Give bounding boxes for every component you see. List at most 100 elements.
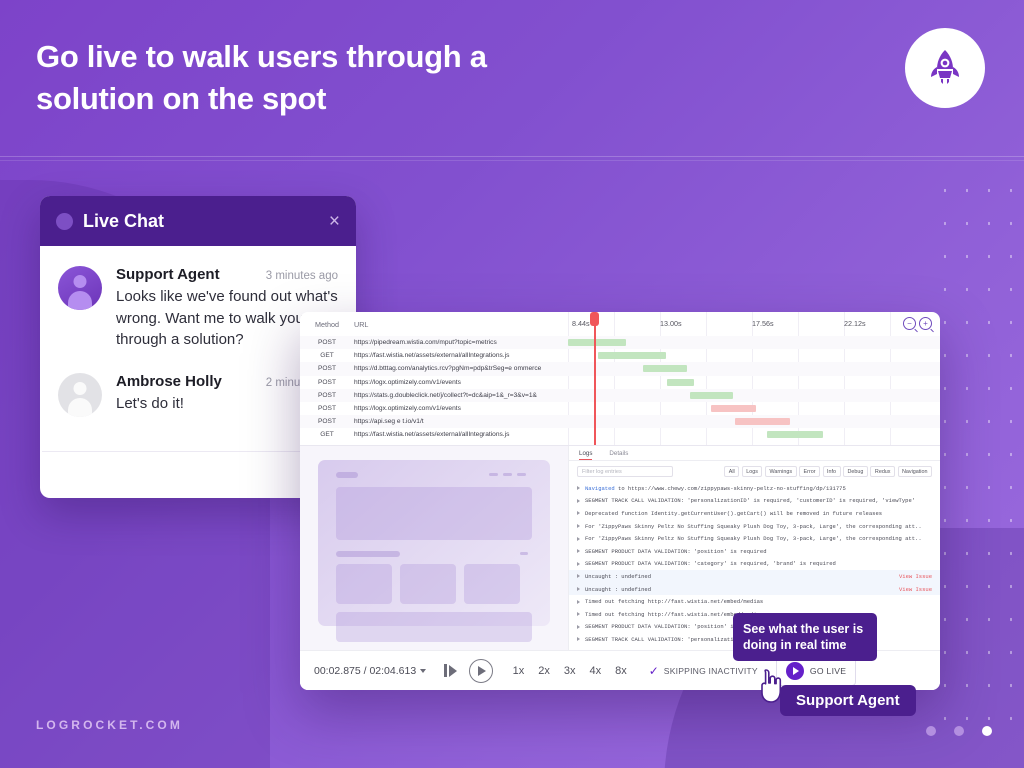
tick-label: 22.12s <box>844 319 866 328</box>
network-panel: Method URL 8.44s 13.00s 17.56s 22.12s − … <box>300 312 940 446</box>
log-entry[interactable]: Timed out fetching http://fast.wistia.ne… <box>569 595 940 608</box>
request-duration-bar <box>735 418 790 426</box>
skip-back-button[interactable] <box>444 664 457 677</box>
log-entry-text: SEGMENT TRACK CALL VALIDATION: 'personal… <box>585 497 916 505</box>
expand-triangle-icon[interactable] <box>577 498 580 503</box>
log-filter-error[interactable]: Error <box>799 466 821 477</box>
tab-logs[interactable]: Logs <box>579 450 593 460</box>
log-entry[interactable]: For 'ZippyPaws Skinny Peltz No Stuffing … <box>569 532 940 545</box>
log-filter-redux[interactable]: Redux <box>870 466 896 477</box>
request-url: https://logx.optimizely.com/v1/events <box>354 405 461 413</box>
network-request-row[interactable]: POST https://logx.optimizely.com/v1/event… <box>300 376 940 389</box>
logs-filter-bar: Filter log entries All Logs Warnings Error I… <box>569 461 940 482</box>
expand-triangle-icon[interactable] <box>577 612 580 617</box>
request-method: POST <box>318 339 336 347</box>
speed-option-8x[interactable]: 8x <box>615 665 627 677</box>
expand-triangle-icon[interactable] <box>577 624 580 629</box>
expand-triangle-icon[interactable] <box>577 637 580 642</box>
live-chat-header: Live Chat × <box>40 196 356 246</box>
log-entry-text: Uncaught : undefined <box>585 572 652 580</box>
log-filter-warnings[interactable]: Warnings <box>764 466 797 477</box>
network-request-row[interactable]: POST https://pipedream.wistia.com/mput?to… <box>300 336 940 350</box>
request-duration-bar <box>711 404 756 412</box>
log-entry[interactable]: For 'ZippyPaws Skinny Peltz No Stuffing … <box>569 520 940 533</box>
pagination-dots[interactable] <box>926 726 992 736</box>
replay-viewport[interactable] <box>300 446 568 650</box>
expand-triangle-icon[interactable] <box>577 599 580 604</box>
request-url: https://stats.g.doubleclick.net/j/collec… <box>354 391 537 399</box>
agent-cursor-label: Support Agent <box>780 685 916 716</box>
log-filter-debug[interactable]: Debug <box>843 466 868 477</box>
view-issue-link[interactable]: View Issue <box>899 573 932 580</box>
tick-label: 13.00s <box>660 319 682 328</box>
log-entry-text: SEGMENT PRODUCT DATA VALIDATION: 'positi… <box>585 547 767 555</box>
view-issue-link[interactable]: View Issue <box>899 586 932 593</box>
log-entry-text: For 'ZippyPaws Skinny Peltz No Stuffing … <box>585 522 922 530</box>
close-icon[interactable]: × <box>329 212 340 231</box>
network-request-row[interactable]: GET https://fast.wistia.net/assets/extern… <box>300 428 940 441</box>
page-title: Go live to walk users through a solution… <box>36 39 487 116</box>
request-method: POST <box>318 418 336 426</box>
logs-tabs[interactable]: Logs Details <box>569 446 940 461</box>
chevron-down-icon[interactable] <box>420 668 427 673</box>
network-request-row[interactable]: POST https://stats.g.doubleclick.net/j/co… <box>300 388 940 402</box>
wireframe-page <box>318 460 550 642</box>
speed-option-3x[interactable]: 3x <box>564 665 576 677</box>
zoom-controls[interactable]: − + <box>903 317 932 330</box>
request-url: https://api.seg e t.io/v1/t <box>354 418 424 426</box>
avatar-user <box>58 372 102 417</box>
log-entry[interactable]: SEGMENT PRODUCT DATA VALIDATION: 'positi… <box>569 545 940 558</box>
speed-option-4x[interactable]: 4x <box>589 665 601 677</box>
expand-triangle-icon[interactable] <box>577 549 580 554</box>
zoom-out-icon[interactable]: − <box>903 317 916 330</box>
expand-triangle-icon[interactable] <box>577 574 580 579</box>
network-request-row[interactable]: POST https://api.seg e t.io/v1/t <box>300 415 940 429</box>
message-sender: Support Agent <box>116 266 220 283</box>
log-entry-text: Navigated to https://www.chewy.com/zippy… <box>585 484 846 492</box>
expand-triangle-icon[interactable] <box>577 561 580 566</box>
log-entry[interactable]: Uncaught : undefined View Issue <box>569 582 940 596</box>
filter-log-input[interactable]: Filter log entries <box>577 466 673 477</box>
zoom-in-icon[interactable]: + <box>919 317 932 330</box>
chat-bubble-icon <box>56 212 73 230</box>
skipping-inactivity-toggle[interactable]: ✓ SKIPPING INACTIVITY <box>649 664 758 678</box>
log-entry[interactable]: Uncaught : undefined View Issue <box>569 570 940 583</box>
expand-triangle-icon[interactable] <box>577 587 580 592</box>
expand-triangle-icon[interactable] <box>577 524 580 529</box>
expand-triangle-icon[interactable] <box>577 511 580 516</box>
slide-canvas: Go live to walk users through a solution… <box>0 0 1024 768</box>
network-request-row[interactable]: POST https://d.btttag.com/analytics.rcv?p… <box>300 362 940 376</box>
playhead-marker[interactable] <box>590 312 598 445</box>
log-entry[interactable]: SEGMENT PRODUCT DATA VALIDATION: 'catego… <box>569 558 940 571</box>
request-method: POST <box>318 391 336 399</box>
speed-option-2x[interactable]: 2x <box>538 665 550 677</box>
play-button[interactable] <box>468 658 493 683</box>
network-request-row[interactable]: GET https://fast.wistia.net/assets/extern… <box>300 349 940 362</box>
log-filter-all[interactable]: All <box>724 466 740 477</box>
request-url: https://logx.optimizely.com/v1/events <box>354 378 461 386</box>
log-level-filters[interactable]: All Logs Warnings Error Info Debug Redux Naviga… <box>724 466 932 477</box>
speed-option-1x[interactable]: 1x <box>513 665 525 677</box>
playback-speed-options[interactable]: 1x 2x 3x 4x 8x <box>513 665 627 677</box>
log-entry[interactable]: Navigated to https://www.chewy.com/zippy… <box>569 482 940 495</box>
log-entry[interactable]: SEGMENT TRACK CALL VALIDATION: 'personal… <box>569 495 940 508</box>
expand-triangle-icon[interactable] <box>577 486 580 491</box>
log-filter-info[interactable]: Info <box>822 466 841 477</box>
pagination-dot[interactable] <box>954 726 964 736</box>
request-method: GET <box>320 431 334 439</box>
request-duration-bar <box>767 431 823 439</box>
log-entry[interactable]: Deprecated function Identity.getCurrentU… <box>569 507 940 520</box>
log-filter-logs[interactable]: Logs <box>741 466 763 477</box>
pagination-dot[interactable] <box>926 726 936 736</box>
log-filter-navigation[interactable]: Navigation <box>897 466 932 477</box>
expand-triangle-icon[interactable] <box>577 536 580 541</box>
tick-label: 17.56s <box>752 319 774 328</box>
network-rows: POST https://pipedream.wistia.com/mput?to… <box>300 336 940 442</box>
playback-time[interactable]: 00:02.875 / 02:04.613 <box>314 665 427 677</box>
column-url: URL <box>354 319 369 329</box>
network-request-row[interactable]: POST https://logx.optimizely.com/v1/event… <box>300 402 940 415</box>
logo-badge <box>905 28 985 108</box>
tab-details[interactable]: Details <box>609 450 628 460</box>
pagination-dot[interactable] <box>982 726 992 736</box>
message-sender: Ambrose Holly <box>116 372 222 390</box>
